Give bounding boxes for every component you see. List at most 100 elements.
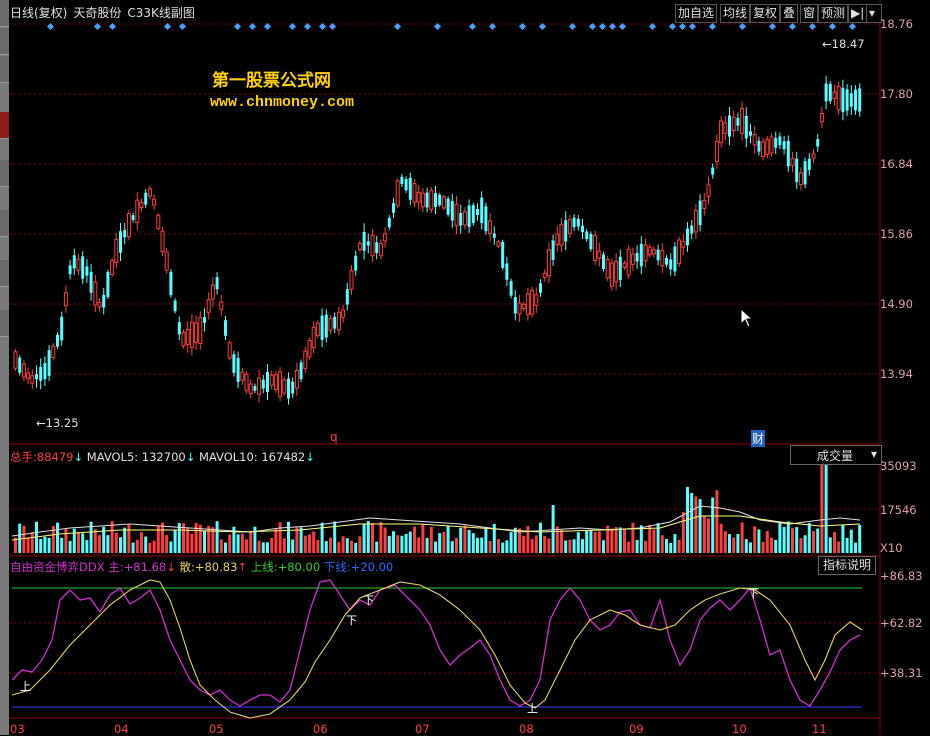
candle-body	[392, 203, 395, 213]
candle-body	[854, 89, 857, 111]
indicator-help-button[interactable]: 指标说明	[818, 556, 877, 575]
candle-body	[185, 328, 190, 345]
candle-body	[765, 139, 770, 156]
finance-marker[interactable]: 财	[751, 430, 766, 447]
volume-bar	[350, 540, 353, 553]
candle-body	[282, 379, 287, 394]
candle-body	[534, 294, 539, 306]
window-button[interactable]: 窗	[800, 4, 819, 23]
candle-body	[294, 369, 299, 389]
candle-body	[492, 233, 496, 238]
candle-body	[605, 258, 610, 279]
volume-bar	[757, 529, 761, 553]
candle-body	[114, 238, 119, 263]
volume-bar	[186, 528, 190, 553]
indicator-legend: 自由资金博弈DDX 主:+81.68↓ 散:+80.83↑ 上线:+80.00 …	[10, 560, 394, 574]
candle-body	[525, 293, 530, 316]
volume-bar	[480, 537, 484, 553]
step-forward-icon[interactable]: ▶|	[848, 4, 868, 23]
candle-body	[273, 374, 278, 391]
forecast-button[interactable]: 预测	[818, 4, 849, 23]
candle-body	[345, 289, 349, 305]
candle-body	[471, 205, 475, 224]
candle-body	[505, 263, 509, 280]
volume-bar	[539, 522, 542, 553]
volume-bar	[753, 526, 757, 553]
candle-body	[811, 153, 816, 159]
volume-bar	[413, 526, 416, 553]
volume-bar	[639, 525, 643, 553]
volume-bar	[131, 542, 135, 553]
volume-bar	[618, 527, 622, 553]
candle-body	[576, 218, 580, 227]
candle-body	[828, 83, 832, 102]
volume-bar	[812, 531, 815, 553]
candle-body	[782, 141, 786, 150]
volume-indicator-dropdown[interactable]: 成交量 ▾	[790, 445, 882, 465]
volume-bar	[64, 528, 68, 553]
candle-body	[97, 301, 102, 308]
candle-body	[757, 140, 761, 152]
candle-body	[181, 331, 186, 347]
candle-body	[752, 134, 757, 146]
candle-body	[434, 193, 437, 207]
volume-tick: 35093	[880, 459, 917, 473]
volume-bar	[316, 539, 320, 553]
ma-button[interactable]: 均线	[720, 4, 751, 23]
candle-body	[462, 211, 467, 226]
candle-body	[622, 262, 627, 268]
volume-bar	[400, 535, 404, 553]
indicator-name: C33K线副图	[127, 6, 195, 20]
chart-title: 日线(复权) 天奇股份 C33K线副图	[10, 4, 201, 21]
candle-body	[203, 317, 206, 323]
candle-body	[816, 139, 820, 147]
volume-bar	[476, 537, 479, 553]
volume-bar	[417, 537, 421, 553]
volume-bar	[463, 525, 467, 553]
restore-rights-button[interactable]: 复权	[750, 4, 781, 23]
buy-signal: 上	[20, 680, 31, 693]
volume-bar	[224, 542, 227, 553]
volume-bar	[266, 542, 269, 553]
volume-bar	[446, 525, 450, 553]
candle-body	[693, 209, 698, 233]
period-label[interactable]: 日线(复权)	[10, 6, 67, 20]
price-tick: 17.80	[880, 87, 913, 101]
candle-body	[39, 366, 43, 381]
candle-body	[585, 231, 589, 240]
volume-bar	[18, 523, 22, 553]
overlay-button[interactable]: 叠	[780, 4, 799, 23]
volume-bar	[833, 532, 836, 553]
kline-chart[interactable]	[0, 0, 930, 735]
candle-body	[530, 289, 535, 315]
volume-bar	[429, 526, 433, 553]
candle-body	[425, 192, 429, 208]
add-watchlist-button[interactable]: 加自选	[675, 4, 718, 23]
price-tick: 16.84	[880, 157, 913, 171]
candle-body	[378, 243, 383, 257]
volume-bar	[207, 525, 211, 553]
month-tick: 09	[629, 722, 644, 736]
volume-bar	[795, 527, 799, 553]
candle-body	[366, 241, 370, 246]
candle-body	[761, 141, 766, 158]
candle-body	[609, 262, 614, 287]
candle-body	[135, 199, 140, 223]
volume-bar	[627, 541, 631, 553]
candle-body	[778, 136, 782, 146]
volume-bar	[114, 532, 118, 553]
candle-body	[546, 249, 551, 277]
candle-body	[807, 158, 811, 171]
sell-signal: 下	[346, 614, 357, 627]
volume-bar	[68, 541, 72, 553]
candle-body	[819, 113, 824, 123]
candle-body	[412, 183, 417, 203]
volume-bar	[450, 541, 454, 553]
candle-body	[189, 321, 194, 348]
candle-body	[593, 234, 598, 261]
candle-body	[106, 271, 110, 297]
candle-body	[832, 91, 837, 100]
candle-body	[215, 277, 219, 290]
candle-body	[26, 372, 31, 380]
volume-bar	[707, 518, 710, 553]
